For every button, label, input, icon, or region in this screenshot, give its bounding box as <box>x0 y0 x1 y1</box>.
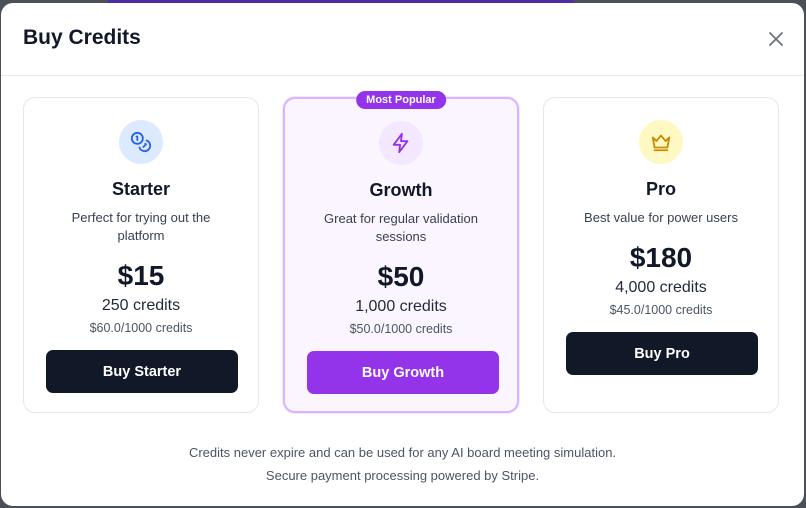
modal-header: Buy Credits <box>1 3 804 76</box>
plan-description: Best value for power users <box>584 210 738 225</box>
plan-price-per-thousand: $60.0/1000 credits <box>89 321 193 335</box>
pro-icon-circle <box>639 120 683 164</box>
plan-name: Starter <box>111 179 171 199</box>
footer-credits-note: Credits never expire and can be used for… <box>188 445 617 460</box>
footer-payment-note: Secure payment processing powered by Str… <box>265 468 540 483</box>
plan-card-growth: Most Popular Growth Great for regular va… <box>283 91 519 413</box>
crown-icon <box>651 134 671 152</box>
plan-price: $15 <box>117 260 165 291</box>
plan-credits: 250 credits <box>101 297 181 314</box>
plan-price-per-thousand: $50.0/1000 credits <box>349 322 453 336</box>
plan-price: $180 <box>629 242 693 273</box>
close-button[interactable] <box>764 27 788 51</box>
buy-starter-button[interactable]: Buy Starter <box>46 350 238 393</box>
lightning-icon <box>392 132 409 154</box>
plan-price: $50 <box>377 261 425 292</box>
plan-price-per-thousand: $45.0/1000 credits <box>609 303 713 317</box>
plan-credits: 4,000 credits <box>615 279 707 296</box>
plan-name: Pro <box>645 179 676 199</box>
buy-credits-modal: Buy Credits Starter Perfect for trying o… <box>1 3 804 506</box>
plan-description: Great for regular validation sessions <box>324 211 478 244</box>
buy-pro-button[interactable]: Buy Pro <box>566 332 758 375</box>
growth-icon-circle <box>379 121 423 165</box>
most-popular-badge: Most Popular <box>356 91 446 109</box>
plan-credits: 1,000 credits <box>355 298 447 315</box>
plan-description: Perfect for trying out the platform <box>71 210 211 243</box>
starter-icon-circle <box>119 120 163 164</box>
plan-card-starter: Starter Perfect for trying out the platf… <box>23 97 259 413</box>
close-icon <box>769 32 783 46</box>
buy-growth-button[interactable]: Buy Growth <box>307 351 499 394</box>
plan-name: Growth <box>369 180 433 200</box>
modal-title: Buy Credits <box>23 26 141 49</box>
plan-card-pro: Pro Best value for power users $180 4,00… <box>543 97 779 413</box>
coins-icon <box>130 131 152 153</box>
